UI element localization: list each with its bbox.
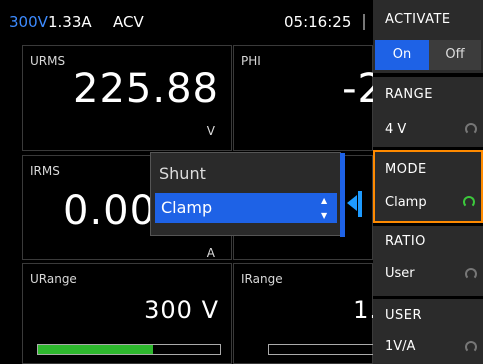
activate-on-button[interactable]: On — [375, 40, 429, 70]
menu-user-title: USER — [385, 308, 423, 323]
selection-arrow-icon — [347, 195, 357, 211]
dropdown-option-shunt[interactable]: Shunt — [151, 159, 337, 189]
urange-level-bar — [37, 344, 221, 355]
menu-range-value: 4 V — [385, 122, 407, 137]
status-current: 1.33A — [48, 13, 92, 31]
urms-value: 225.88 — [73, 66, 219, 112]
rotary-knob-icon — [465, 268, 477, 280]
irange-level-bar — [268, 344, 378, 355]
irms-unit: A — [206, 246, 215, 260]
dropdown-option-clamp[interactable]: Clamp ▲ ▼ — [155, 193, 337, 223]
status-bar: 300V 1.33A ACV 05:16:25 — [0, 0, 373, 44]
menu-ratio[interactable]: RATIO User — [373, 226, 483, 296]
urange-value: 300 V — [144, 296, 219, 324]
menu-user-value: 1V/A — [385, 339, 416, 354]
status-time: 05:16:25 — [284, 13, 352, 31]
spin-arrows-icon: ▲ ▼ — [321, 196, 328, 220]
mode-dropdown-list[interactable]: Shunt Clamp ▲ ▼ — [150, 152, 362, 237]
urms-label: URMS — [30, 54, 66, 68]
activate-off-button[interactable]: Off — [429, 40, 481, 70]
activate-toggle[interactable]: On Off — [375, 40, 481, 70]
irms-label: IRMS — [30, 164, 60, 178]
urms-unit: V — [206, 124, 215, 138]
status-voltage-range: 300V — [9, 13, 48, 31]
irange-panel[interactable]: IRange 1. — [233, 263, 378, 364]
menu-ratio-title: RATIO — [385, 234, 426, 249]
softkey-menu: ACTIVATE On Off RANGE 4 V MODE Clamp RAT… — [373, 0, 483, 364]
status-separator — [363, 14, 365, 30]
status-mode: ACV — [113, 13, 144, 31]
phi-panel[interactable]: PHI -2 — [233, 45, 383, 151]
urange-level-fill — [38, 345, 153, 354]
selection-marker — [358, 191, 362, 217]
irange-label: IRange — [241, 272, 283, 286]
urange-panel[interactable]: URange 300 V — [22, 263, 232, 364]
irms-value: 0.00 — [63, 188, 157, 234]
menu-user[interactable]: USER 1V/A — [373, 299, 483, 364]
menu-range-title: RANGE — [385, 87, 433, 102]
urms-panel[interactable]: URMS 225.88 V — [22, 45, 232, 151]
menu-mode[interactable]: MODE Clamp — [373, 150, 483, 223]
rotary-knob-active-icon — [463, 196, 475, 208]
menu-mode-title: MODE — [385, 162, 427, 177]
menu-ratio-value: User — [385, 266, 415, 281]
dropdown-option-clamp-label: Clamp — [161, 198, 213, 217]
rotary-knob-icon — [465, 341, 477, 353]
rotary-knob-icon — [465, 123, 477, 135]
menu-mode-value: Clamp — [385, 195, 427, 210]
menu-range[interactable]: RANGE 4 V — [373, 77, 483, 147]
urange-label: URange — [30, 272, 77, 286]
menu-activate-title: ACTIVATE — [385, 12, 451, 27]
phi-label: PHI — [241, 54, 261, 68]
menu-activate[interactable]: ACTIVATE On Off — [373, 0, 483, 73]
dropdown-scrollbar[interactable] — [340, 153, 345, 237]
